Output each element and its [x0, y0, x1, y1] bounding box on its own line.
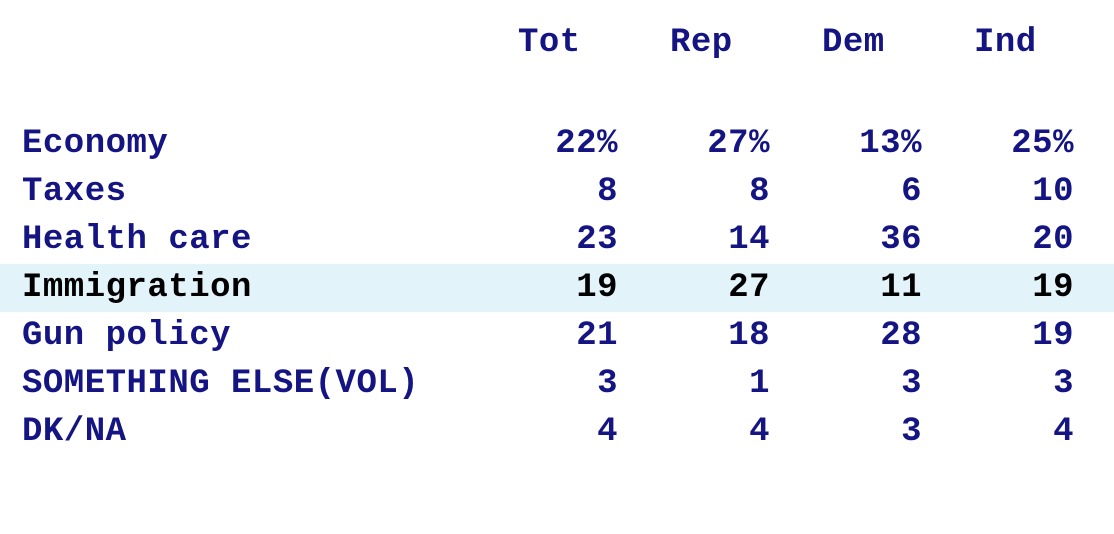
row-label-gun-policy: Gun policy — [22, 317, 232, 355]
cell-gun-policy-ind: 19 — [1032, 317, 1074, 355]
cell-immigration-rep: 27 — [652, 264, 804, 312]
cell-health-care-ind: 20 — [1032, 221, 1074, 259]
table-body: Economy 22% 27% 13% 25% Taxes 8 8 6 10 H… — [0, 120, 1114, 504]
gap-cell — [0, 62, 1114, 120]
header-body-gap — [0, 62, 1114, 120]
cell-something-else-rep: 1 — [749, 365, 770, 403]
cell-gun-policy-rep: 18 — [728, 317, 770, 355]
cell-dk-na-tot: 4 — [597, 413, 618, 451]
row-label-something-else: SOMETHING ELSE(VOL) — [22, 365, 420, 403]
table-row: DK/NA 4 4 3 4 — [0, 408, 1114, 456]
table-row: Taxes 8 8 6 10 — [0, 168, 1114, 216]
cell-something-else-tot: 3 — [597, 365, 618, 403]
cell-gun-policy-tot: 21 — [576, 317, 618, 355]
row-header-label — [0, 0, 500, 62]
row-label-economy: Economy — [22, 125, 169, 163]
row-end-spacer — [1108, 360, 1114, 408]
cell-health-care-tot: 23 — [576, 221, 618, 259]
cell-taxes-rep: 8 — [749, 173, 770, 211]
row-end-spacer — [1108, 168, 1114, 216]
cell-health-care-rep: 14 — [728, 221, 770, 259]
cell-gun-policy-dem: 28 — [880, 317, 922, 355]
row-label-health-care: Health care — [22, 221, 252, 259]
row-end-spacer — [1108, 120, 1114, 168]
row-end-spacer — [1108, 312, 1114, 360]
column-header-tot: Tot — [518, 24, 581, 62]
table-bottom-spacer — [0, 456, 1114, 504]
cell-immigration-dem: 11 — [804, 264, 956, 312]
header-spacer — [1108, 0, 1114, 62]
cell-something-else-ind: 3 — [1053, 365, 1074, 403]
cell-economy-dem: 13% — [859, 125, 922, 163]
cell-taxes-tot: 8 — [597, 173, 618, 211]
row-label-dk-na: DK/NA — [22, 413, 127, 451]
cell-economy-tot: 22% — [555, 125, 618, 163]
header-row: Tot Rep Dem Ind — [0, 0, 1114, 62]
column-header-ind: Ind — [974, 24, 1037, 62]
table-row: SOMETHING ELSE(VOL) 3 1 3 3 — [0, 360, 1114, 408]
table-header: Tot Rep Dem Ind — [0, 0, 1114, 120]
tail-cell — [0, 456, 1114, 504]
cell-taxes-dem: 6 — [901, 173, 922, 211]
cell-something-else-dem: 3 — [901, 365, 922, 403]
row-label-taxes: Taxes — [22, 173, 127, 211]
row-end-spacer — [1108, 408, 1114, 456]
poll-results-table: Tot Rep Dem Ind Economy 22% 27% 13% 25% … — [0, 0, 1114, 534]
cell-taxes-ind: 10 — [1032, 173, 1074, 211]
column-header-rep: Rep — [670, 24, 733, 62]
cell-dk-na-rep: 4 — [749, 413, 770, 451]
row-end-spacer — [1108, 264, 1114, 312]
cell-dk-na-dem: 3 — [901, 413, 922, 451]
row-end-spacer — [1108, 216, 1114, 264]
table-row: Economy 22% 27% 13% 25% — [0, 120, 1114, 168]
cell-health-care-dem: 36 — [880, 221, 922, 259]
results-grid: Tot Rep Dem Ind Economy 22% 27% 13% 25% … — [0, 0, 1114, 504]
column-header-dem: Dem — [822, 24, 885, 62]
table-row-highlighted: Immigration 19 27 11 19 — [0, 264, 1114, 312]
table-row: Gun policy 21 18 28 19 — [0, 312, 1114, 360]
cell-economy-ind: 25% — [1011, 125, 1074, 163]
cell-economy-rep: 27% — [707, 125, 770, 163]
cell-immigration-tot: 19 — [500, 264, 652, 312]
row-label-immigration: Immigration — [0, 264, 500, 312]
table-row: Health care 23 14 36 20 — [0, 216, 1114, 264]
cell-immigration-ind: 19 — [956, 264, 1108, 312]
cell-dk-na-ind: 4 — [1053, 413, 1074, 451]
